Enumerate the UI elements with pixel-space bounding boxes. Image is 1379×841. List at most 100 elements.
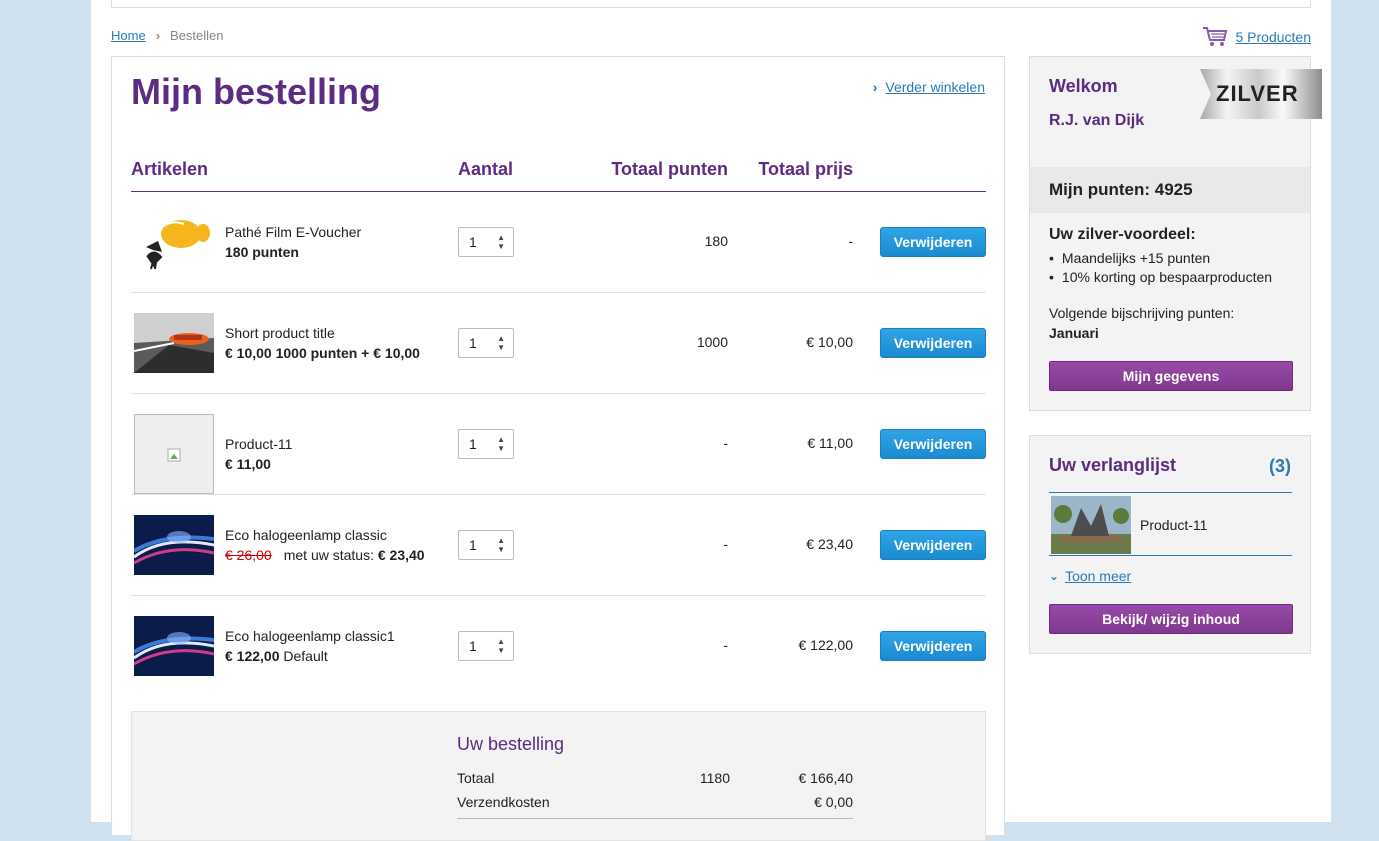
table-row: Short product title € 10,00 1000 punten …	[131, 293, 986, 394]
tier-badge: ZILVER	[1200, 69, 1322, 119]
column-total-points: Totaal punten	[611, 159, 728, 179]
welcome-heading: Welkom	[1049, 76, 1118, 96]
chevron-down-icon: ⌄	[1049, 569, 1060, 583]
shopping-cart-icon	[1202, 27, 1227, 46]
product-name[interactable]: Pathé Film E-Voucher	[225, 224, 361, 240]
wishlist-count: (3)	[1269, 456, 1291, 476]
show-more[interactable]: ⌄ Toon meer	[1049, 568, 1131, 584]
account-panel: Welkom R.J. van Dijk ZILVER Mijn punten:…	[1029, 56, 1322, 411]
summary-shipping-label: Verzendkosten	[457, 794, 550, 810]
wishlist-item[interactable]: Product-11	[1049, 492, 1292, 556]
product-image	[134, 212, 214, 272]
row-price: € 10,00	[806, 334, 853, 350]
order-panel: Mijn bestelling › Verder winkelen Artike…	[111, 56, 1005, 841]
broken-image-icon	[167, 448, 181, 462]
advantage-list: Maandelijks +15 punten 10% korting op be…	[1049, 250, 1272, 288]
row-points: -	[723, 536, 728, 552]
row-points: 180	[704, 233, 728, 249]
row-points: 1000	[696, 334, 728, 350]
row-price: -	[848, 233, 853, 249]
next-credit-month: Januari	[1049, 325, 1099, 341]
top-bar	[111, 0, 1311, 8]
quantity-stepper[interactable]: 1 ▲ ▼	[458, 227, 514, 257]
user-name: R.J. van Dijk	[1049, 112, 1145, 129]
wishlist-item-image	[1051, 496, 1131, 554]
summary-shipping-price: € 0,00	[814, 794, 853, 810]
row-price: € 11,00	[807, 435, 853, 451]
summary-total-price: € 166,40	[798, 770, 854, 786]
remove-button[interactable]: Verwijderen	[880, 429, 986, 459]
product-name[interactable]: Eco halogeenlamp classic	[225, 527, 387, 543]
row-price: € 23,40	[806, 536, 853, 552]
product-price-line: € 26,00 met uw status: € 23,40	[225, 547, 425, 563]
column-quantity: Aantal	[458, 159, 514, 179]
product-variant: Default	[283, 648, 328, 664]
show-more-link[interactable]: Toon meer	[1065, 568, 1131, 584]
product-image	[134, 313, 214, 373]
row-price: € 122,00	[798, 637, 854, 653]
cart-link[interactable]: 5 Producten	[1236, 29, 1312, 45]
tier-label: ZILVER	[1216, 81, 1299, 106]
old-price: € 26,00	[225, 547, 272, 563]
summary-heading: Uw bestelling	[457, 734, 565, 754]
quantity-value: 1	[469, 436, 477, 452]
quantity-stepper[interactable]: 1 ▲ ▼	[458, 429, 514, 459]
summary-total-label: Totaal	[457, 770, 495, 786]
product-image-placeholder	[134, 414, 214, 494]
product-price: € 122,00	[225, 648, 280, 664]
product-image	[134, 616, 214, 676]
product-price-line: € 11,00	[225, 456, 271, 472]
page-title: Mijn bestelling	[131, 71, 382, 112]
points-bar: Mijn punten: 4925	[1030, 167, 1310, 213]
table-row: Product-11 € 11,00 1 ▲ ▼ - € 11,00 Verwijd…	[131, 394, 986, 495]
column-articles: Artikelen	[131, 159, 209, 179]
summary-divider	[457, 818, 853, 819]
table-row: Eco halogeenlamp classic € 26,00 met uw s…	[131, 495, 986, 596]
breadcrumb-separator: ›	[155, 28, 161, 43]
breadcrumb-current: Bestellen	[170, 28, 224, 43]
continue-shopping[interactable]: › Verder winkelen	[873, 79, 985, 95]
view-edit-wishlist-button[interactable]: Bekijk/ wijzig inhoud	[1049, 604, 1293, 634]
wishlist-item-name[interactable]: Product-11	[1140, 517, 1207, 533]
next-credit-label: Volgende bijschrijving punten:	[1049, 305, 1235, 321]
stepper-arrows-icon[interactable]: ▲ ▼	[497, 536, 505, 554]
remove-button[interactable]: Verwijderen	[880, 227, 986, 257]
table-row: Eco halogeenlamp classic1 € 122,00 Defau…	[131, 596, 986, 697]
table-header: Artikelen Aantal Totaal punten Totaal pr…	[131, 155, 986, 192]
product-price-line: € 122,00 Default	[225, 648, 328, 664]
quantity-value: 1	[469, 537, 477, 553]
remove-button[interactable]: Verwijderen	[880, 328, 986, 358]
product-price-line: € 10,00 1000 punten + € 10,00	[225, 345, 420, 361]
list-item: Maandelijks +15 punten	[1049, 250, 1272, 266]
stepper-arrows-icon[interactable]: ▲ ▼	[497, 637, 505, 655]
stepper-arrows-icon[interactable]: ▲ ▼	[497, 334, 505, 352]
row-points: -	[723, 637, 728, 653]
page: Home › Bestellen 5 Producten Mijn bestelli…	[91, 0, 1331, 841]
quantity-stepper[interactable]: 1 ▲ ▼	[458, 328, 514, 358]
wishlist-title: Uw verlanglijst	[1049, 455, 1177, 475]
row-points: -	[723, 435, 728, 451]
advantage-title: Uw zilver-voordeel:	[1049, 226, 1196, 243]
quantity-stepper[interactable]: 1 ▲ ▼	[458, 631, 514, 661]
my-details-button[interactable]: Mijn gegevens	[1049, 361, 1293, 391]
quantity-stepper[interactable]: 1 ▲ ▼	[458, 530, 514, 560]
continue-shopping-link[interactable]: Verder winkelen	[885, 79, 985, 95]
product-price-line: 180 punten	[225, 244, 299, 260]
stepper-arrows-icon[interactable]: ▲ ▼	[497, 435, 505, 453]
product-name[interactable]: Short product title	[225, 325, 335, 341]
quantity-value: 1	[469, 335, 477, 351]
quantity-value: 1	[469, 638, 477, 654]
stepper-arrows-icon[interactable]: ▲ ▼	[497, 233, 505, 251]
table-row: Pathé Film E-Voucher 180 punten 1 ▲ ▼ 180 …	[131, 192, 986, 293]
remove-button[interactable]: Verwijderen	[880, 631, 986, 661]
product-name[interactable]: Eco halogeenlamp classic1	[225, 628, 395, 644]
wishlist-panel: Uw verlanglijst (3) Product-11 ⌄ Toon me…	[1029, 435, 1311, 654]
remove-button[interactable]: Verwijderen	[880, 530, 986, 560]
column-total-price: Totaal prijs	[758, 159, 853, 179]
breadcrumb-home-link[interactable]: Home	[111, 28, 146, 43]
cart-summary[interactable]: 5 Producten	[1202, 26, 1312, 48]
product-name[interactable]: Product-11	[225, 436, 292, 452]
status-price: € 23,40	[377, 547, 425, 563]
points-balance: Mijn punten: 4925	[1049, 180, 1193, 199]
product-image	[134, 515, 214, 575]
